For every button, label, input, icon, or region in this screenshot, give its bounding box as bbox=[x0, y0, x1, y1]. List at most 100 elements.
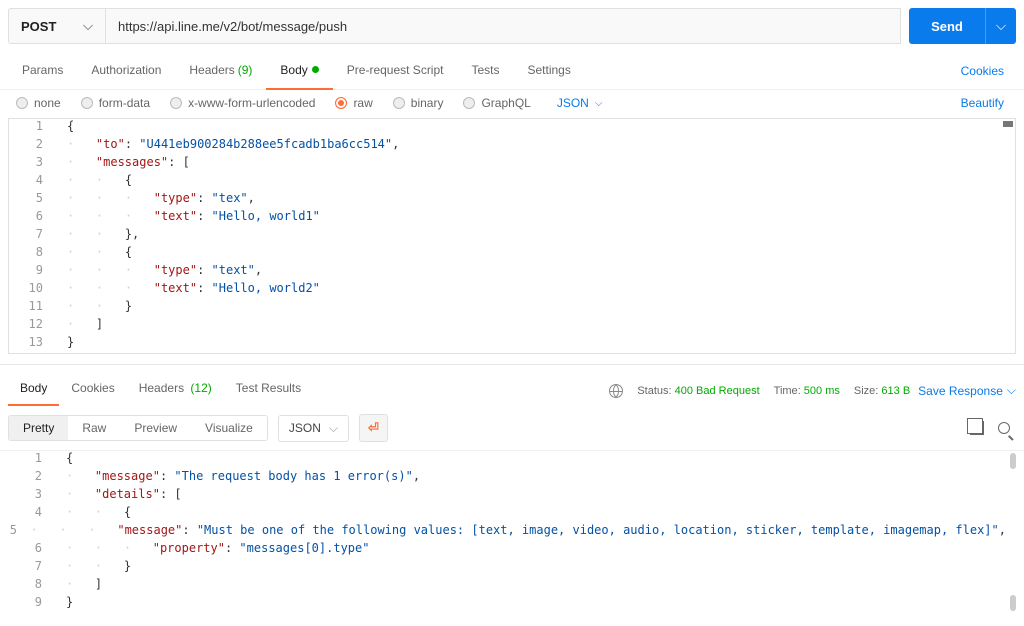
http-method-value: POST bbox=[21, 19, 56, 34]
response-time[interactable]: Time: 500 ms bbox=[774, 385, 840, 397]
scrollbar[interactable] bbox=[1010, 595, 1016, 611]
editor-line: 1{ bbox=[8, 451, 1016, 469]
globe-icon[interactable] bbox=[609, 384, 623, 398]
line-number: 3 bbox=[9, 155, 53, 169]
radio-icon bbox=[16, 97, 28, 109]
editor-line: 10· · · "text": "Hello, world2" bbox=[9, 281, 1015, 299]
body-type-formdata[interactable]: form-data bbox=[73, 96, 158, 110]
request-tabs: Params Authorization Headers (9) Body Pr… bbox=[0, 52, 1024, 90]
send-button-group: Send ⌵ bbox=[909, 8, 1016, 44]
save-response-button[interactable]: Save Response ⌵ bbox=[910, 383, 1016, 398]
send-button[interactable]: Send bbox=[909, 8, 985, 44]
scrollbar[interactable] bbox=[1010, 453, 1016, 469]
tab-headers-label: Headers bbox=[189, 63, 234, 77]
line-number: 13 bbox=[9, 335, 53, 349]
editor-line: 2· "to": "U441eb900284b288ee5fcadb1ba6cc… bbox=[9, 137, 1015, 155]
response-body-editor[interactable]: 1{2· "message": "The request body has 1 … bbox=[8, 451, 1016, 613]
request-url-input[interactable] bbox=[106, 8, 901, 44]
editor-line: 6· · · "text": "Hello, world1" bbox=[9, 209, 1015, 227]
line-number: 1 bbox=[9, 119, 53, 133]
view-raw[interactable]: Raw bbox=[68, 416, 120, 440]
request-body-editor[interactable]: 1{2· "to": "U441eb900284b288ee5fcadb1ba6… bbox=[8, 118, 1016, 354]
line-number: 8 bbox=[9, 245, 53, 259]
editor-line: 1{ bbox=[9, 119, 1015, 137]
radio-icon bbox=[463, 97, 475, 109]
line-number: 6 bbox=[8, 541, 52, 555]
body-type-none[interactable]: none bbox=[8, 96, 69, 110]
tab-params[interactable]: Params bbox=[8, 52, 77, 90]
editor-line: 9· · · "type": "text", bbox=[9, 263, 1015, 281]
line-number: 5 bbox=[9, 191, 53, 205]
radio-icon bbox=[393, 97, 405, 109]
view-visualize[interactable]: Visualize bbox=[191, 416, 267, 440]
editor-line: 8· ] bbox=[8, 577, 1016, 595]
unsaved-dot-icon bbox=[312, 66, 319, 73]
response-status[interactable]: Status: 400 Bad Request bbox=[637, 385, 759, 397]
line-number: 3 bbox=[8, 487, 52, 501]
response-tab-body[interactable]: Body bbox=[8, 375, 59, 406]
response-tab-headers-label: Headers bbox=[139, 381, 184, 395]
tab-settings[interactable]: Settings bbox=[514, 52, 585, 90]
editor-line: 4· · { bbox=[9, 173, 1015, 191]
copy-icon[interactable] bbox=[970, 421, 984, 435]
chevron-down-icon: ⌵ bbox=[83, 18, 93, 34]
tab-tests[interactable]: Tests bbox=[457, 52, 513, 90]
editor-line: 13} bbox=[9, 335, 1015, 353]
chevron-down-icon: ⌵ bbox=[1007, 383, 1016, 398]
body-type-raw[interactable]: raw bbox=[327, 96, 380, 110]
radio-icon bbox=[170, 97, 182, 109]
tab-authorization[interactable]: Authorization bbox=[77, 52, 175, 90]
line-number: 4 bbox=[9, 173, 53, 187]
send-dropdown-button[interactable]: ⌵ bbox=[985, 8, 1016, 44]
line-number: 9 bbox=[8, 595, 52, 609]
response-tab-testresults[interactable]: Test Results bbox=[224, 375, 313, 406]
response-toolbar: Pretty Raw Preview Visualize JSON ⌵ ⏎ bbox=[0, 406, 1024, 451]
line-number: 9 bbox=[9, 263, 53, 277]
editor-line: 12· ] bbox=[9, 317, 1015, 335]
editor-line: 6· · · "property": "messages[0].type" bbox=[8, 541, 1016, 559]
line-number: 7 bbox=[8, 559, 52, 573]
view-preview[interactable]: Preview bbox=[120, 416, 191, 440]
body-type-xwww[interactable]: x-www-form-urlencoded bbox=[162, 96, 323, 110]
response-tabs: Body Cookies Headers (12) Test Results bbox=[8, 375, 313, 406]
search-icon[interactable] bbox=[998, 422, 1010, 434]
response-format-select[interactable]: JSON ⌵ bbox=[278, 415, 349, 442]
tab-prerequest[interactable]: Pre-request Script bbox=[333, 52, 458, 90]
tab-headers[interactable]: Headers (9) bbox=[175, 52, 266, 90]
radio-icon bbox=[81, 97, 93, 109]
editor-line: 3· "details": [ bbox=[8, 487, 1016, 505]
wrap-lines-button[interactable]: ⏎ bbox=[359, 414, 388, 442]
line-number: 10 bbox=[9, 281, 53, 295]
line-number: 4 bbox=[8, 505, 52, 519]
editor-line: 9} bbox=[8, 595, 1016, 613]
response-header: Body Cookies Headers (12) Test Results S… bbox=[0, 364, 1024, 406]
tab-body[interactable]: Body bbox=[266, 52, 332, 90]
editor-line: 3· "messages": [ bbox=[9, 155, 1015, 173]
editor-line: 8· · { bbox=[9, 245, 1015, 263]
beautify-link[interactable]: Beautify bbox=[949, 96, 1016, 110]
request-url-bar: POST ⌵ Send ⌵ bbox=[0, 0, 1024, 52]
tab-body-label: Body bbox=[280, 63, 307, 77]
editor-line: 2· "message": "The request body has 1 er… bbox=[8, 469, 1016, 487]
http-method-select[interactable]: POST ⌵ bbox=[8, 8, 106, 44]
cookies-link[interactable]: Cookies bbox=[949, 64, 1016, 78]
view-pretty[interactable]: Pretty bbox=[9, 416, 68, 440]
line-number: 6 bbox=[9, 209, 53, 223]
response-meta: Status: 400 Bad Request Time: 500 ms Siz… bbox=[609, 384, 910, 398]
line-number: 11 bbox=[9, 299, 53, 313]
body-type-graphql[interactable]: GraphQL bbox=[455, 96, 538, 110]
body-type-binary[interactable]: binary bbox=[385, 96, 452, 110]
line-number: 5 bbox=[8, 523, 27, 537]
line-number: 1 bbox=[8, 451, 52, 465]
body-format-select[interactable]: JSON ⌵ bbox=[543, 96, 609, 110]
body-type-row: none form-data x-www-form-urlencoded raw… bbox=[0, 90, 1024, 118]
response-tab-headers-count: (12) bbox=[190, 381, 211, 395]
line-number: 2 bbox=[9, 137, 53, 151]
response-tab-headers[interactable]: Headers (12) bbox=[127, 375, 224, 406]
editor-line: 11· · } bbox=[9, 299, 1015, 317]
radio-icon bbox=[335, 97, 347, 109]
editor-line: 7· · }, bbox=[9, 227, 1015, 245]
line-number: 7 bbox=[9, 227, 53, 241]
response-size[interactable]: Size: 613 B bbox=[854, 385, 910, 397]
response-tab-cookies[interactable]: Cookies bbox=[59, 375, 126, 406]
